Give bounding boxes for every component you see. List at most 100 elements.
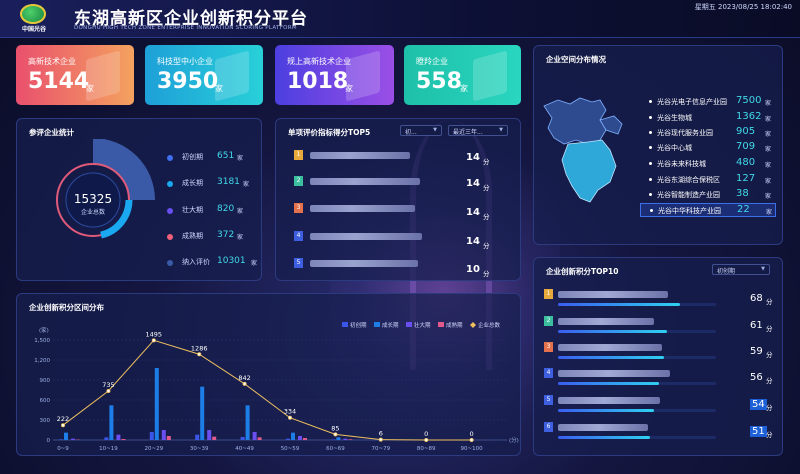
district-item[interactable]: 光谷现代服务业园 905 家 bbox=[640, 126, 776, 140]
total-point bbox=[333, 432, 338, 437]
bar-初创期 bbox=[240, 437, 245, 440]
score-bar-fill bbox=[558, 382, 660, 385]
donut-chart: 15325 企业总数 bbox=[56, 139, 155, 239]
bullet-icon bbox=[649, 162, 652, 165]
spatial-distribution-panel: 企业空间分布情况 光谷光电子信息产业园 7500 家 光谷生物城 1362 家 … bbox=[533, 45, 783, 245]
select-value: 最近三年... bbox=[453, 129, 483, 136]
score-distribution-panel: 企业创新积分区间分布 (家) 0 300 600 900 1,200 1,500 初创期 成长期… bbox=[16, 293, 521, 456]
bar-成长期 bbox=[336, 437, 341, 440]
x-tick-label: 80~89 bbox=[417, 446, 436, 452]
top10-row[interactable]: 1 68 分 bbox=[544, 289, 774, 319]
total-data-label: 0 bbox=[470, 430, 474, 438]
legend-unit: 家 bbox=[237, 234, 244, 241]
bar-初创期 bbox=[286, 438, 290, 440]
total-data-label: 6 bbox=[379, 430, 383, 438]
legend-label: 壮大期 bbox=[182, 206, 203, 214]
blurred-enterprise-name bbox=[558, 424, 648, 431]
district-name: 光谷东湖综合保税区 bbox=[657, 176, 720, 184]
district-item[interactable]: 光谷东湖综合保税区 127 家 bbox=[640, 173, 776, 187]
y-tick-label: 600 bbox=[40, 398, 51, 404]
panel-title: 企业创新积分TOP10 bbox=[546, 267, 619, 276]
rank-badge: 2 bbox=[294, 176, 303, 186]
total-point bbox=[469, 437, 474, 442]
district-unit: 家 bbox=[765, 100, 772, 107]
stat-card-gazelle[interactable]: 瞪羚企业 558 家 bbox=[404, 45, 521, 105]
rank-badge: 1 bbox=[294, 150, 303, 160]
district-item[interactable]: 光谷未来科技城 480 家 bbox=[640, 157, 776, 171]
bar-成长期 bbox=[200, 386, 205, 440]
total-data-label: 842 bbox=[238, 374, 250, 382]
stat-card-high-tech[interactable]: 高新技术企业 5144 家 bbox=[16, 45, 134, 105]
x-tick-label: 10~19 bbox=[99, 446, 118, 452]
header-bar: 中国光谷 东湖高新区企业创新积分平台 DONGHU HIGH TECH ZONE… bbox=[0, 0, 800, 38]
district-count: 1362 bbox=[736, 111, 762, 122]
top10-row[interactable]: 6 51 分 bbox=[544, 422, 774, 452]
rank-badge: 5 bbox=[294, 258, 303, 268]
x-tick-label: 90~100 bbox=[461, 446, 484, 452]
select-value: 初创期 bbox=[717, 268, 736, 275]
blurred-enterprise-name bbox=[558, 397, 660, 404]
rank-badge: 1 bbox=[544, 289, 553, 299]
score-value: 54 bbox=[750, 399, 767, 410]
card-label: 科技型中小企业 bbox=[157, 57, 213, 66]
stat-card-sme[interactable]: 科技型中小企业 3950 家 bbox=[145, 45, 263, 105]
participants-panel: 参评企业统计 15325 企业总数 初创期 651 家 成长期 3181 家 壮… bbox=[16, 118, 262, 281]
map-region-south-selected[interactable] bbox=[561, 139, 617, 203]
distribution-chart: (家)03006009001,2001,500初创期 成长期 壮大期 成熟期 企业总数0… bbox=[34, 321, 519, 452]
globe-icon bbox=[20, 4, 46, 24]
district-unit: 家 bbox=[765, 193, 772, 200]
district-unit: 家 bbox=[765, 116, 772, 123]
score-bar bbox=[558, 436, 716, 439]
total-point bbox=[197, 352, 202, 357]
donut-total-label: 企业总数 bbox=[81, 208, 105, 216]
total-data-label: 85 bbox=[331, 424, 339, 432]
district-count: 905 bbox=[736, 126, 756, 137]
stat-card-above-scale[interactable]: 规上高新技术企业 1018 家 bbox=[275, 45, 394, 105]
map-region-north[interactable] bbox=[543, 97, 607, 145]
blurred-enterprise-name bbox=[558, 344, 662, 351]
top10-row[interactable]: 5 54 分 bbox=[544, 395, 774, 425]
total-point bbox=[242, 381, 247, 386]
legend-label: 成熟期 bbox=[182, 232, 203, 240]
score-bar bbox=[558, 409, 716, 412]
stage-select[interactable]: 初创期 ▼ bbox=[712, 264, 770, 275]
y-tick-label: 1,200 bbox=[34, 358, 50, 364]
bar-成长期 bbox=[154, 368, 159, 440]
legend-swatch bbox=[406, 322, 412, 327]
legend-swatch bbox=[342, 322, 348, 327]
blurred-enterprise-name bbox=[558, 318, 654, 325]
bar-壮大期 bbox=[343, 438, 348, 440]
district-item[interactable]: 光谷中心城 709 家 bbox=[640, 141, 776, 155]
card-value: 558 bbox=[416, 69, 462, 94]
x-tick-label: 30~39 bbox=[190, 446, 209, 452]
top10-row[interactable]: 4 56 分 bbox=[544, 368, 774, 398]
score-bar-fill bbox=[558, 409, 655, 412]
legend-label: 壮大期 bbox=[414, 321, 431, 329]
card-value: 3950 bbox=[157, 69, 219, 94]
district-item-selected[interactable]: 光谷中华科技产业园 22 家 bbox=[640, 203, 776, 217]
district-item[interactable]: 光谷智能制造产业园 38 家 bbox=[640, 188, 776, 202]
district-name: 光谷未来科技城 bbox=[657, 160, 706, 168]
district-count: 38 bbox=[736, 188, 749, 199]
period-select[interactable]: 最近三年... ▼ bbox=[448, 125, 508, 136]
district-item[interactable]: 光谷光电子信息产业园 7500 家 bbox=[640, 95, 776, 109]
bullet-icon bbox=[649, 100, 652, 103]
district-unit: 家 bbox=[765, 178, 772, 185]
district-count: 22 bbox=[737, 204, 750, 215]
rank-badge: 3 bbox=[294, 203, 303, 213]
bar-壮大期 bbox=[161, 430, 166, 440]
score-unit: 分 bbox=[483, 270, 490, 278]
blurred-enterprise-name bbox=[558, 370, 670, 377]
y-axis-unit: (家) bbox=[39, 326, 49, 334]
blurred-enterprise-name bbox=[558, 291, 668, 298]
score-unit: 分 bbox=[483, 184, 490, 192]
score-bar bbox=[558, 356, 716, 359]
legend-dot bbox=[167, 155, 173, 161]
district-item[interactable]: 光谷生物城 1362 家 bbox=[640, 111, 776, 125]
bar-初创期 bbox=[104, 437, 109, 440]
stage-select[interactable]: 初... ▼ bbox=[400, 125, 442, 136]
chevron-down-icon: ▼ bbox=[761, 266, 765, 272]
card-value: 5144 bbox=[28, 69, 90, 94]
legend-value: 10301 bbox=[217, 256, 246, 266]
score-bar bbox=[558, 303, 716, 306]
